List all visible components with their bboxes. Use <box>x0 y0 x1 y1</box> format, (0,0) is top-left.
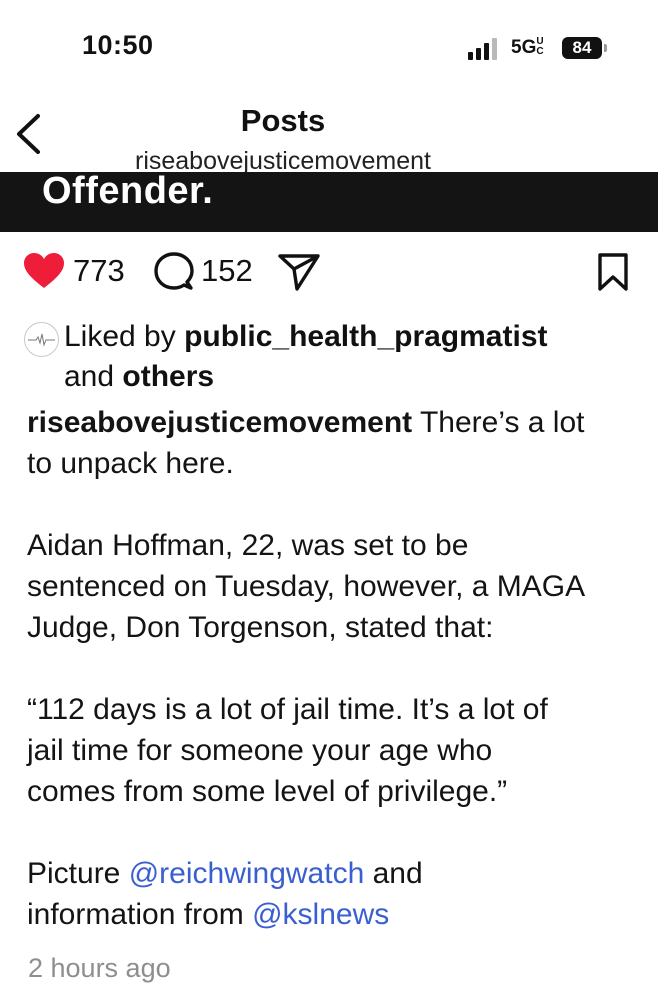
battery-level: 84 <box>572 38 592 57</box>
status-time: 10:50 <box>82 30 154 60</box>
avatar-pulse-icon <box>28 333 55 347</box>
liked-by-and: and <box>64 360 123 393</box>
caption-text: There’s a lot <box>412 406 585 439</box>
caption-gap <box>27 812 642 853</box>
status-bar: 10:50 5GUC 84 <box>0 0 658 96</box>
caption-para2-line: sentenced on Tuesday, however, a MAGA <box>27 570 586 603</box>
share-icon[interactable] <box>277 252 321 292</box>
caption-para2-line: Judge, Don Torgenson, stated that: <box>27 611 494 644</box>
caption-credit-line: Picture @reichwingwatch and <box>27 853 642 894</box>
credit-mid: and <box>364 857 423 890</box>
network-label: 5GUC <box>511 36 544 59</box>
credit-prefix: Picture <box>27 857 129 890</box>
liked-by-user[interactable]: public_health_pragmatist <box>184 320 547 353</box>
page-title: Posts <box>240 103 326 138</box>
liked-by-line: Liked by public_health_pragmatist <box>64 317 548 357</box>
caption-username[interactable]: riseabovejusticemovement <box>27 406 412 439</box>
credit-prefix-2: information from <box>27 898 253 931</box>
caption-line-1: riseabovejusticemovement There’s a lot <box>27 402 642 443</box>
caption-gap <box>27 484 642 525</box>
post-timestamp: 2 hours ago <box>28 953 171 983</box>
caption-gap <box>27 648 642 689</box>
signal-icon <box>468 38 497 60</box>
post-image-text: Offender. <box>42 172 214 212</box>
caption-line-2: to unpack here. <box>27 447 234 480</box>
mention-kslnews[interactable]: @kslnews <box>252 898 389 931</box>
action-bar: 773 152 <box>0 248 658 298</box>
heart-icon[interactable] <box>23 252 65 290</box>
post-screen: 10:50 5GUC 84 Posts riseabovejusticemove… <box>0 0 658 1000</box>
bookmark-icon[interactable] <box>596 252 630 292</box>
battery-icon: 84 <box>562 37 608 59</box>
post-image[interactable]: Offender. <box>0 172 658 232</box>
caption-para2-line: Aidan Hoffman, 22, was set to be <box>27 529 469 562</box>
caption-quote-line: “112 days is a lot of jail time. It’s a … <box>27 693 548 726</box>
caption-quote-line: jail time for someone your age who <box>27 734 493 767</box>
comment-count[interactable]: 152 <box>201 253 253 289</box>
caption-credit-line-2: information from @kslnews <box>27 894 642 935</box>
liked-by-others-line: and others <box>64 357 214 397</box>
mention-reichwingwatch[interactable]: @reichwingwatch <box>129 857 365 890</box>
caption-quote-line: comes from some level of privilege.” <box>27 775 508 808</box>
liked-by-others[interactable]: others <box>122 360 214 393</box>
liked-by-prefix: Liked by <box>64 320 185 353</box>
comment-icon[interactable] <box>154 251 194 291</box>
post-caption: riseabovejusticemovement There’s a lot t… <box>27 402 642 935</box>
like-count[interactable]: 773 <box>73 253 125 289</box>
battery-cap <box>604 44 607 52</box>
liker-avatar[interactable] <box>24 322 59 357</box>
